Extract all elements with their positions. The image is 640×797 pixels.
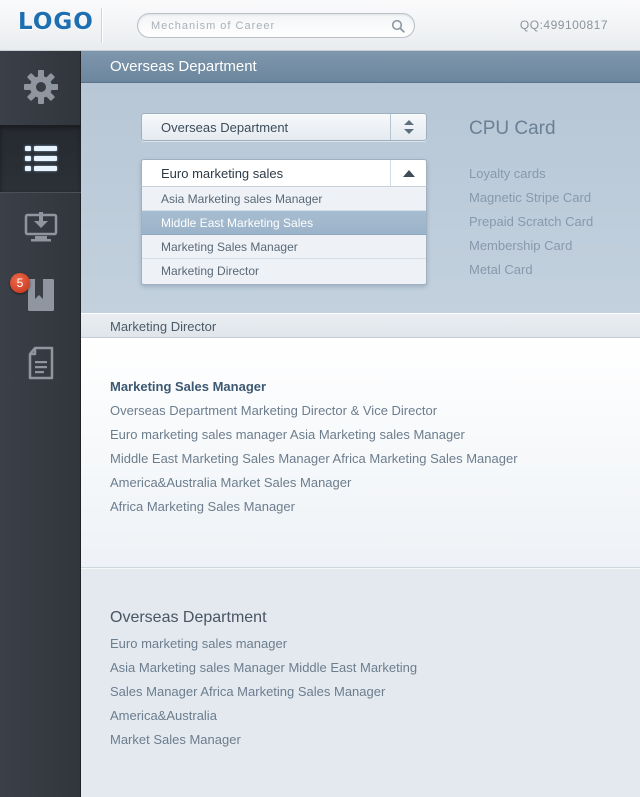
dropdown-option-label: Middle East Marketing Sales: [161, 216, 314, 230]
qq-contact: QQ:499100817: [519, 18, 608, 32]
dropdown-option[interactable]: Marketing Director: [142, 259, 426, 283]
card-link-metal[interactable]: Metal Card: [469, 262, 533, 277]
section-bar-title: Marketing Director: [110, 319, 217, 334]
dropdown-option[interactable]: Asia Marketing sales Manager: [142, 187, 426, 211]
dropdown-option[interactable]: Marketing Sales Manager: [142, 235, 426, 259]
up-down-arrows-icon: [404, 120, 414, 134]
search-box[interactable]: [137, 13, 415, 38]
sales-select-value: Euro marketing sales: [161, 166, 284, 181]
block-line[interactable]: Sales Manager Africa Marketing Sales Man…: [110, 684, 385, 699]
block-line[interactable]: Middle East Marketing Sales Manager Afri…: [110, 451, 518, 466]
block-line[interactable]: Overseas Department Marketing Director &…: [110, 403, 437, 418]
dropdown-option-label: Asia Marketing sales Manager: [161, 192, 323, 206]
dropdown-option-label: Marketing Sales Manager: [161, 240, 298, 254]
logo-divider: [101, 8, 102, 43]
card-link-loyalty[interactable]: Loyalty cards: [469, 166, 546, 181]
sidebar: 5: [0, 51, 81, 797]
cards-title: CPU Card: [469, 118, 556, 139]
chevron-up-icon: [403, 170, 415, 177]
block-line[interactable]: Euro marketing sales manager Asia Market…: [110, 427, 465, 442]
dropdown-option-highlighted[interactable]: Middle East Marketing Sales: [142, 211, 426, 235]
department-select[interactable]: Overseas Department: [141, 113, 427, 141]
department-select-value: Overseas Department: [161, 120, 289, 135]
block-line[interactable]: Euro marketing sales manager: [110, 636, 287, 651]
block-line[interactable]: Market Sales Manager: [110, 732, 241, 747]
section-bar: Marketing Director: [81, 313, 640, 338]
sidebar-item-list[interactable]: [0, 125, 81, 193]
block-line[interactable]: Asia Marketing sales Manager Middle East…: [110, 660, 417, 675]
gear-icon: [23, 70, 58, 104]
sidebar-item-bookmarks[interactable]: [0, 261, 81, 329]
sidebar-item-settings[interactable]: [0, 53, 81, 121]
monitor-download-icon: [24, 212, 57, 242]
dropdown-toggle[interactable]: [390, 160, 426, 186]
sidebar-item-documents[interactable]: [0, 329, 81, 397]
block-line[interactable]: America&Australia Market Sales Manager: [110, 475, 351, 490]
card-link-magnetic[interactable]: Magnetic Stripe Card: [469, 190, 591, 205]
top-bar: LOGO QQ:499100817: [0, 0, 640, 51]
content-block-secondary: Overseas Department Euro marketing sales…: [81, 568, 640, 797]
search-input[interactable]: [151, 18, 381, 34]
block-title: Marketing Sales Manager: [110, 379, 267, 394]
department-header-title: Overseas Department: [110, 58, 257, 75]
card-link-prepaid[interactable]: Prepaid Scratch Card: [469, 214, 593, 229]
block-title: Overseas Department: [110, 609, 267, 626]
block-line[interactable]: America&Australia: [110, 708, 217, 723]
department-header: Overseas Department: [81, 51, 640, 83]
content-block-primary: Marketing Sales Manager Overseas Departm…: [81, 338, 640, 568]
list-icon: [24, 146, 57, 171]
sidebar-item-download[interactable]: [0, 193, 81, 261]
bookmark-icon: [27, 279, 54, 311]
select-arrows[interactable]: [390, 114, 426, 140]
block-line[interactable]: Africa Marketing Sales Manager: [110, 499, 295, 514]
sales-select-current[interactable]: Euro marketing sales: [142, 160, 426, 187]
sales-select-dropdown[interactable]: Euro marketing sales Asia Marketing sale…: [141, 159, 427, 285]
document-icon: [28, 346, 53, 380]
dropdown-option-label: Marketing Director: [161, 264, 260, 278]
logo[interactable]: LOGO: [18, 9, 94, 35]
notification-badge: 5: [10, 273, 30, 293]
card-link-membership[interactable]: Membership Card: [469, 238, 572, 253]
search-icon[interactable]: [391, 19, 405, 33]
